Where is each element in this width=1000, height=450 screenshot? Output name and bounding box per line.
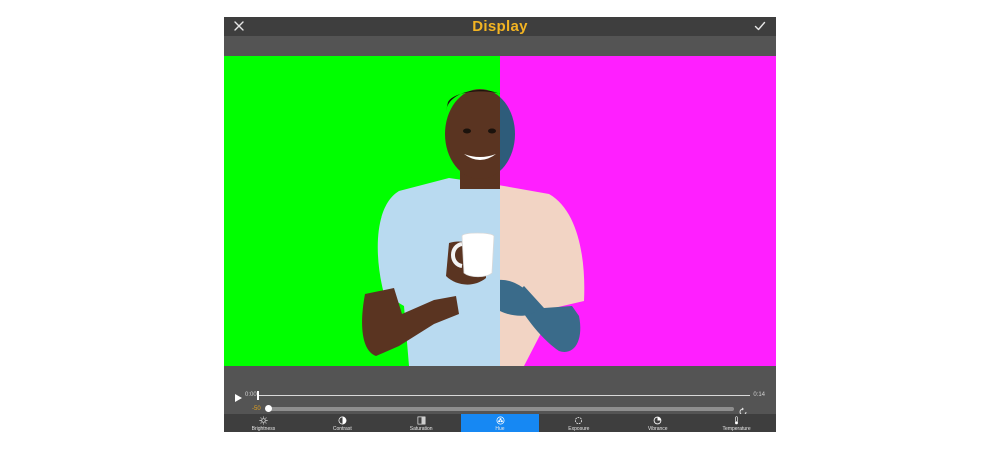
playback-bar: 0:00 0:14: [224, 388, 776, 402]
total-time: 0:14: [753, 392, 765, 398]
brightness-icon: [259, 416, 268, 425]
adjustment-value: -50: [252, 406, 261, 412]
play-button[interactable]: [233, 390, 243, 402]
vibrance-icon: [653, 416, 662, 425]
top-bar: Display: [224, 17, 776, 36]
tool-exposure[interactable]: Exposure: [539, 414, 618, 432]
checkmark-icon: [754, 21, 766, 31]
tool-contrast[interactable]: Contrast: [303, 414, 382, 432]
timeline-scrubber[interactable]: [257, 391, 750, 400]
tool-label: Exposure: [568, 426, 590, 432]
adjustment-slider[interactable]: [265, 405, 734, 412]
temperature-icon: [735, 416, 739, 425]
tool-brightness[interactable]: Brightness: [224, 414, 303, 432]
confirm-button[interactable]: [752, 18, 768, 34]
display-editor-window: Display 0:00 0:14 -50 Brightness Contras…: [224, 17, 776, 432]
timeline-playhead[interactable]: [257, 391, 259, 400]
page-title: Display: [472, 18, 528, 35]
tool-vibrance[interactable]: Vibrance: [618, 414, 697, 432]
adjustment-slider-thumb[interactable]: [265, 405, 272, 412]
play-icon: [235, 394, 242, 402]
adjustment-toolbar: Brightness Contrast Saturation Hue Expos…: [224, 414, 776, 432]
tool-label: Hue: [495, 426, 505, 432]
contrast-icon: [338, 416, 347, 425]
tool-label: Temperature: [722, 426, 751, 432]
current-time: 0:00: [245, 392, 257, 398]
tool-label: Saturation: [409, 426, 433, 432]
tool-temperature[interactable]: Temperature: [697, 414, 776, 432]
video-preview[interactable]: [224, 56, 776, 366]
saturation-icon: [417, 416, 426, 425]
person-with-mug-image: [362, 89, 585, 366]
exposure-icon: [575, 416, 583, 425]
tool-saturation[interactable]: Saturation: [382, 414, 461, 432]
tool-label: Brightness: [251, 426, 276, 432]
tool-hue[interactable]: Hue: [460, 414, 540, 432]
tool-label: Vibrance: [647, 426, 668, 432]
tool-label: Contrast: [332, 426, 352, 432]
hue-icon: [496, 416, 504, 425]
reset-button[interactable]: [738, 404, 748, 416]
